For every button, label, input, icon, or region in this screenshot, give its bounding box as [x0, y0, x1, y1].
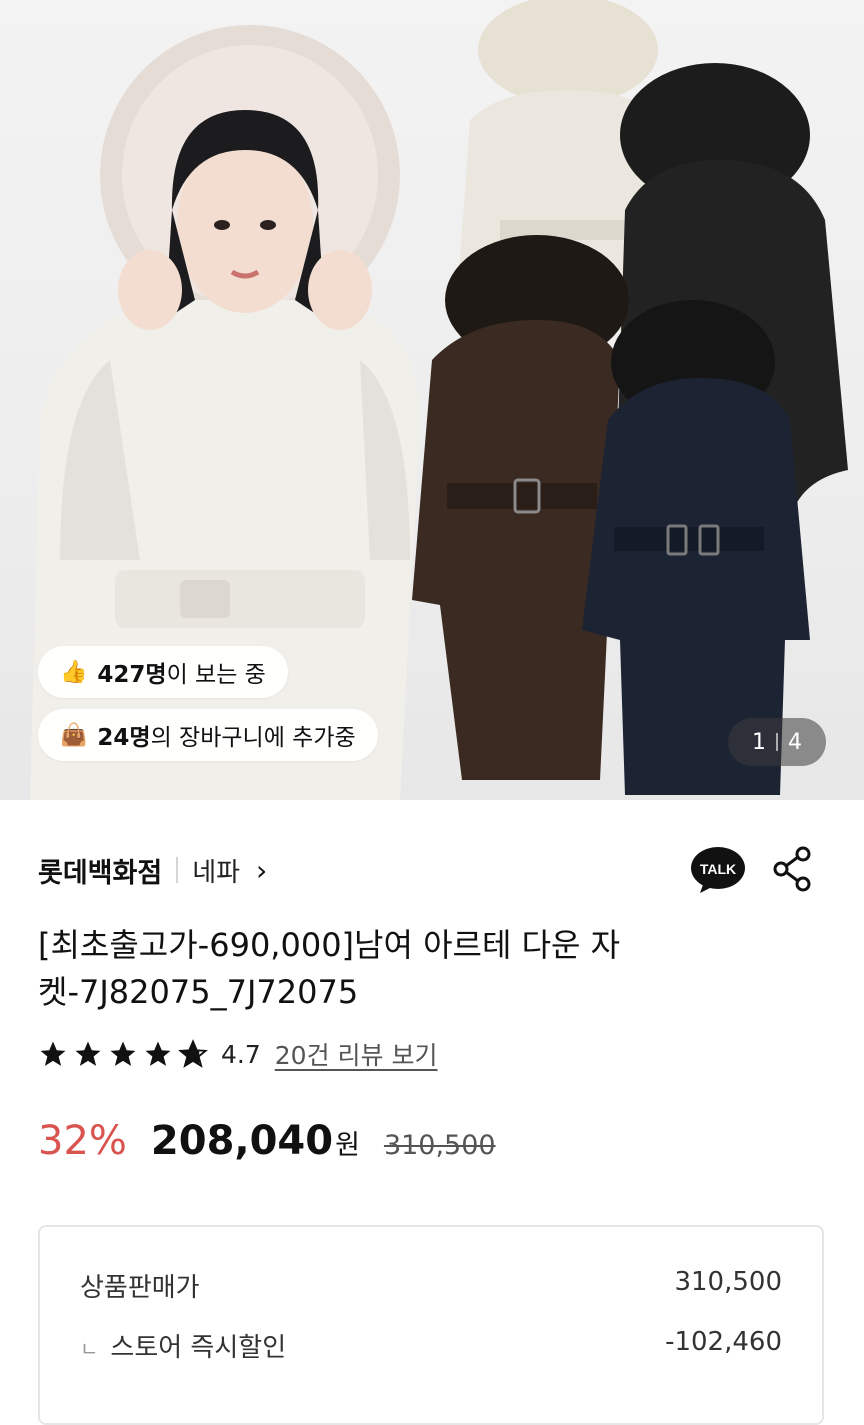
price-breakdown: 상품판매가 310,500 ㄴ 스토어 즉시할인 -102,460: [38, 1225, 824, 1425]
star-rating: [38, 1039, 213, 1069]
star-icon: [145, 1041, 171, 1066]
discount-rate: 32%: [38, 1118, 127, 1164]
talk-label: TALK: [700, 861, 736, 877]
product-title: [최초출고가-690,000]남여 아르테 다운 자켓-7J82075_7J72…: [38, 926, 621, 1011]
share-icon: [773, 846, 811, 892]
rating-value: 4.7: [221, 1039, 261, 1069]
star-icon: [40, 1041, 66, 1066]
brand-link[interactable]: 네파: [192, 852, 240, 889]
talk-button[interactable]: TALK: [690, 846, 746, 894]
breakdown-label: 상품판매가: [80, 1273, 200, 1303]
breakdown-row: ㄴ 스토어 즉시할인 -102,460: [80, 1327, 782, 1364]
talk-bubble-icon: TALK: [691, 847, 745, 893]
brown-jacket: [412, 235, 629, 780]
image-index: 1: [752, 729, 766, 755]
share-button[interactable]: [772, 846, 814, 892]
breakdown-label-wrap: ㄴ 스토어 즉시할인: [80, 1327, 286, 1364]
star-icon: [110, 1041, 136, 1066]
cart-suffix: 의 장바구니에 추가중: [150, 725, 356, 751]
breakdown-row: 상품판매가 310,500: [80, 1267, 782, 1304]
viewers-count: 427명: [97, 662, 167, 688]
currency-unit: 원: [335, 1130, 360, 1161]
viewers-suffix: 이 보는 중: [166, 662, 266, 688]
indicator-separator: [776, 733, 778, 751]
price-row: 32% 208,040 원 310,500: [38, 1118, 496, 1178]
sub-item-marker: ㄴ: [80, 1337, 99, 1361]
cart-count: 24명: [97, 725, 151, 751]
shopping-bag-icon: 👜: [60, 722, 88, 748]
original-price: 310,500: [383, 1130, 496, 1161]
chevron-right-icon[interactable]: ›: [256, 854, 267, 887]
breakdown-label: 스토어 즉시할인: [110, 1333, 287, 1363]
star-icon: [75, 1041, 101, 1066]
image-total: 4: [788, 729, 802, 755]
half-star-icon: [178, 1039, 208, 1068]
store-name[interactable]: 롯데백화점: [38, 851, 162, 890]
cart-adds-badge: 👜 24명 의 장바구니에 추가중: [38, 709, 378, 761]
sale-price: 208,040: [150, 1118, 334, 1164]
breakdown-value: -102,460: [665, 1327, 782, 1357]
review-link[interactable]: 20건 리뷰 보기: [275, 1036, 438, 1072]
rating-row: 4.7 20건 리뷰 보기: [38, 1034, 437, 1074]
store-divider: [176, 857, 179, 883]
live-viewers-badge: 👍 427명 이 보는 중: [38, 646, 288, 698]
image-page-indicator: 1 4: [728, 718, 826, 766]
breakdown-value: 310,500: [674, 1267, 782, 1297]
thumbs-up-icon: 👍: [60, 659, 88, 685]
product-image-carousel[interactable]: 👍 427명 이 보는 중 👜 24명 의 장바구니에 추가중 1 4: [0, 0, 864, 800]
